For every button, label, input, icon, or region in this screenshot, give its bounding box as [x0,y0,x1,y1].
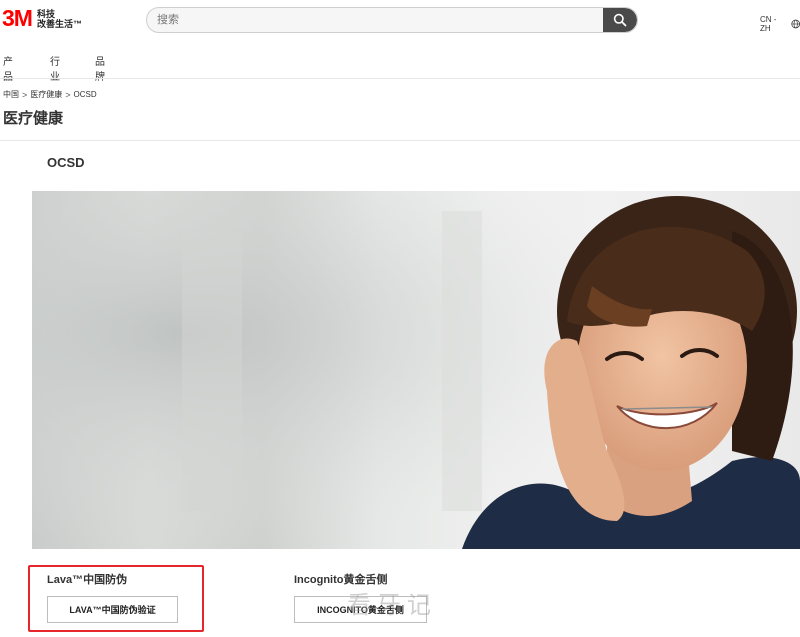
logo-tagline-line2: 改善生活™ [36,18,82,29]
breadcrumb-item-healthcare[interactable]: 医疗健康 [30,89,62,100]
card-title-lava: Lava™中国防伪 [47,574,128,586]
logo-tagline: 科技 改善生活™ [37,9,82,29]
search-icon [613,13,627,27]
globe-icon [790,19,800,29]
search-button[interactable] [603,8,637,32]
locale-selector[interactable]: CN - ZH [760,15,800,33]
breadcrumb-item-china[interactable]: 中国 [3,89,19,100]
site-header: 3M 科技 改善生活™ CN - ZH [0,0,800,42]
breadcrumb-item-ocsd: OCSD [73,90,97,99]
page-title: 医疗健康 [3,110,64,127]
logo-3m: 3M [2,5,33,31]
breadcrumb: 中国 > 医疗健康 > OCSD [3,89,97,100]
title-divider [0,140,800,141]
breadcrumb-separator: > [65,89,71,100]
logo-tagline-line1: 科技 [36,8,55,19]
hero-illustration [32,191,800,549]
hero-photo [32,191,800,549]
nav-divider [0,78,800,79]
search-input[interactable] [147,8,603,32]
lava-verify-button[interactable]: LAVA™中国防伪验证 [47,596,178,623]
search-bar [146,7,638,33]
section-title: OCSD [47,155,85,170]
watermark: 看牙记 [347,591,437,619]
locale-label: CN - ZH [760,15,777,33]
brand-logo[interactable]: 3M 科技 改善生活™ [2,7,82,30]
breadcrumb-separator: > [22,89,28,100]
